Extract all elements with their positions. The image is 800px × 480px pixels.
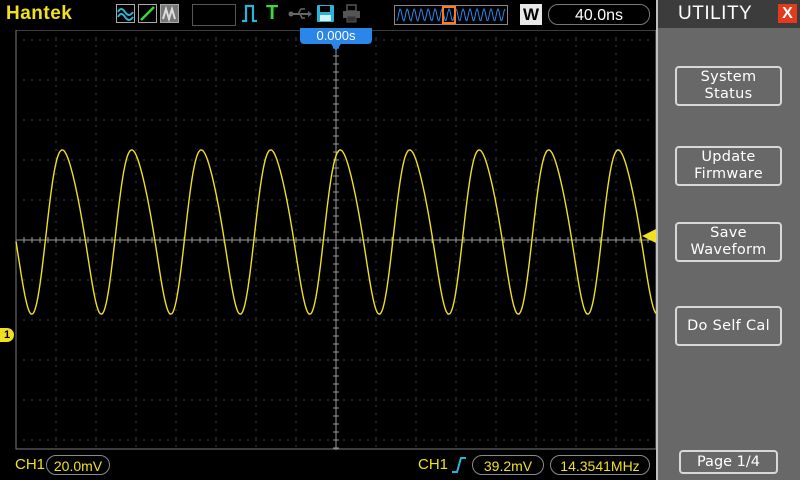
system-status-button[interactable]: System Status <box>675 66 782 106</box>
bottom-status-bar: CH1 20.0mV CH1 39.2mV 14.3541MHz <box>0 450 656 480</box>
ch1-volts-div[interactable]: 20.0mV <box>46 455 110 475</box>
utility-menu-panel: UTILITY X System Status Update Firmware … <box>656 0 800 480</box>
trigger-level-value[interactable]: 39.2mV <box>472 455 544 475</box>
brand-logo: Hantek <box>6 3 73 24</box>
printer-icon[interactable] <box>342 4 361 23</box>
ch1-ground-marker[interactable]: 1 <box>0 328 14 342</box>
trigger-slope-icon <box>451 456 467 479</box>
menu-title: UTILITY <box>678 3 753 24</box>
save-icon[interactable] <box>316 4 335 23</box>
status-empty-slot <box>192 4 236 26</box>
timebase-value[interactable]: 40.0ns <box>548 4 650 25</box>
trigger-edge-icon[interactable] <box>240 4 259 23</box>
page-indicator-button[interactable]: Page 1/4 <box>679 450 778 474</box>
memory-position-indicator[interactable] <box>394 5 508 25</box>
trigger-source-label: CH1 <box>418 456 449 473</box>
update-firmware-button[interactable]: Update Firmware <box>675 146 782 186</box>
menu-header: UTILITY X <box>658 0 800 28</box>
frequency-counter: 14.3541MHz <box>550 455 650 475</box>
usb-icon <box>288 4 312 23</box>
run-icon[interactable] <box>138 4 157 23</box>
trigger-position-value: 0.000s <box>316 28 356 43</box>
save-waveform-button[interactable]: Save Waveform <box>675 222 782 262</box>
trigger-level-marker[interactable] <box>642 229 656 243</box>
acquire-mode-icon[interactable] <box>116 4 135 23</box>
ch1-label: CH1 <box>15 456 46 473</box>
timebase-mode-badge: W <box>520 4 542 25</box>
trigger-icon[interactable]: T <box>266 2 278 25</box>
trigger-position-arrow <box>331 44 341 51</box>
waveform-display[interactable]: 0.000s 1 <box>0 28 656 450</box>
trigger-position-marker[interactable]: 0.000s <box>300 28 372 44</box>
top-status-bar: Hantek T W 40.0ns <box>0 0 656 30</box>
close-button[interactable]: X <box>778 4 797 23</box>
display-mode-icon[interactable] <box>160 4 179 23</box>
do-self-cal-button[interactable]: Do Self Cal <box>675 306 782 346</box>
